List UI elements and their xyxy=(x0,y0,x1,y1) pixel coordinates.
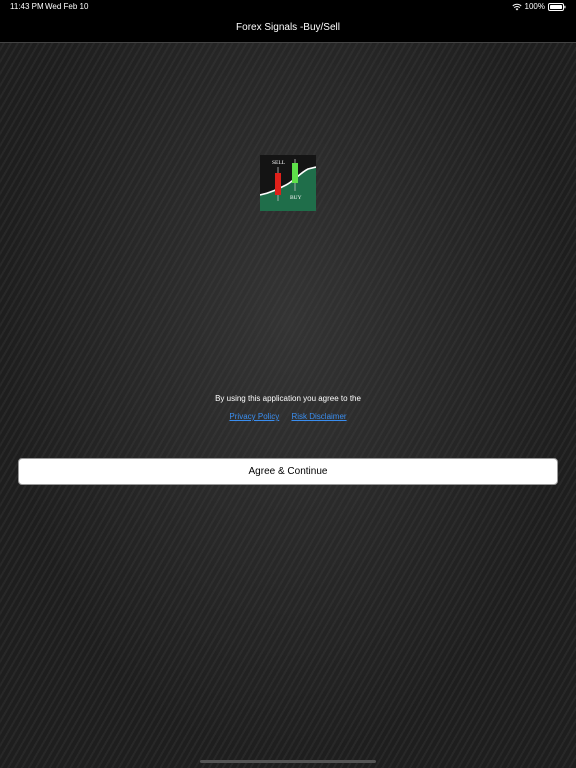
navigation-bar: Forex Signals -Buy/Sell xyxy=(0,14,576,43)
wifi-icon xyxy=(511,3,522,11)
status-date: Wed Feb 10 xyxy=(45,2,89,11)
battery-icon xyxy=(548,3,566,11)
page-title: Forex Signals -Buy/Sell xyxy=(236,22,340,33)
battery-percent: 100% xyxy=(524,2,545,11)
status-bar: 11:43 PM Wed Feb 10 100% xyxy=(0,0,576,14)
status-time: 11:43 PM xyxy=(10,2,44,11)
agree-continue-button[interactable]: Agree & Continue xyxy=(18,458,558,485)
consent-links: Privacy Policy Risk Disclaimer xyxy=(0,412,576,422)
home-indicator[interactable] xyxy=(200,760,376,763)
privacy-policy-link[interactable]: Privacy Policy xyxy=(229,412,279,421)
logo-sell-text: SELL xyxy=(272,160,286,166)
status-indicators: 100% xyxy=(511,0,566,14)
candlestick-logo-icon: SELL BUY xyxy=(260,155,316,211)
consent-text: By using this application you agree to t… xyxy=(215,394,361,403)
risk-disclaimer-link[interactable]: Risk Disclaimer xyxy=(291,412,346,421)
logo-buy-text: BUY xyxy=(290,195,302,201)
